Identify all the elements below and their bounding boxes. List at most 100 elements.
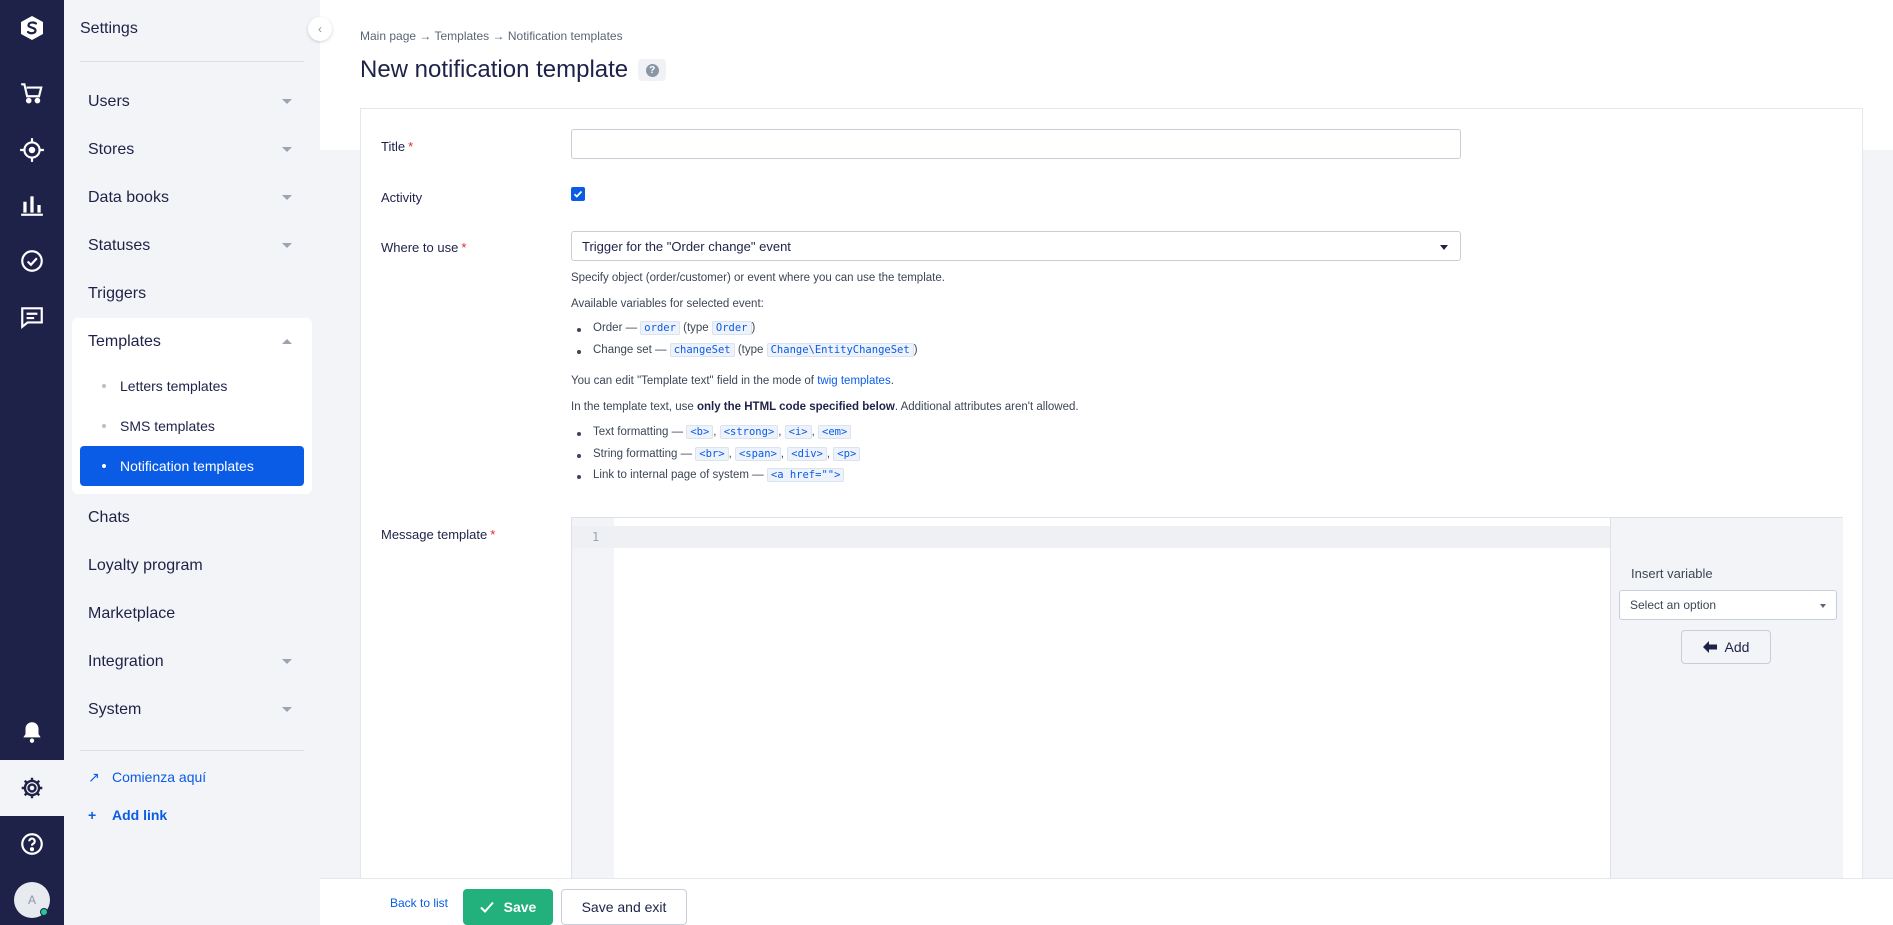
back-to-list-link[interactable]: Back to list <box>390 896 448 910</box>
bar-chart-icon[interactable] <box>16 189 48 221</box>
sidebar-link-label: Comienza aquí <box>112 769 207 785</box>
sidebar-item-label: Stores <box>88 141 135 158</box>
form-footer: Back to list Save Save and exit <box>320 878 1893 925</box>
arrow-left-icon <box>1702 641 1717 653</box>
sidebar-item-label: Templates <box>88 333 161 350</box>
main-rail: A <box>0 0 64 925</box>
bullet-dot <box>577 454 581 458</box>
sidebar-item-label: Statuses <box>88 237 151 254</box>
chevron-down-icon <box>282 243 292 248</box>
code-snippet: <span> <box>734 447 781 461</box>
where-to-use-label: Where to use * <box>381 240 467 255</box>
code-snippet: <div> <box>787 447 827 461</box>
help-button[interactable]: ? <box>638 59 667 81</box>
sidebar-item-statuses[interactable]: Statuses <box>88 226 304 266</box>
plus-icon: + <box>88 807 97 823</box>
where-to-use-select[interactable]: Trigger for the "Order change" event <box>571 231 1461 261</box>
code-snippet: <a href=""> <box>766 468 845 482</box>
sidebar-subitem-sms-templates[interactable]: SMS templates <box>80 406 304 446</box>
insert-variable-select[interactable]: Select an option <box>1619 590 1837 620</box>
sidebar-divider <box>80 750 304 751</box>
logo-icon[interactable] <box>16 12 48 44</box>
available-variables-heading: Available variables for selected event: <box>571 298 764 310</box>
sidebar-subitem-letters-templates[interactable]: Letters templates <box>80 366 304 406</box>
message-template-label: Message template * <box>381 527 496 542</box>
code-snippet: <b> <box>686 425 714 439</box>
check-circle-icon[interactable] <box>16 245 48 277</box>
sidebar-item-system[interactable]: System <box>88 690 304 730</box>
code-snippet: changeSet <box>669 343 735 357</box>
code-snippet: order <box>640 321 680 335</box>
code-snippet: <br> <box>695 447 729 461</box>
target-icon[interactable] <box>16 134 48 166</box>
sidebar-subitem-label: Letters templates <box>120 378 228 394</box>
message-template-editor[interactable]: 1 <box>571 517 1611 925</box>
add-link-button[interactable]: + Add link <box>88 803 167 827</box>
caret-down-icon <box>1440 245 1448 250</box>
sidebar-item-triggers[interactable]: Triggers <box>88 274 304 314</box>
sidebar-item-users[interactable]: Users <box>88 82 304 122</box>
question-icon: ? <box>645 63 659 77</box>
breadcrumb[interactable]: Main page → Templates → Notification tem… <box>360 29 623 43</box>
help-icon[interactable] <box>16 828 48 860</box>
activity-checkbox[interactable] <box>571 187 585 201</box>
bullet-dot <box>102 464 106 468</box>
where-to-use-hint: Specify object (order/customer) or event… <box>571 272 945 284</box>
insert-variable-panel: Insert variable Select an option Add <box>1611 517 1843 925</box>
sidebar-subitem-notification-templates[interactable]: Notification templates <box>80 446 304 486</box>
external-link-icon: ↗ <box>88 768 100 785</box>
chevron-down-icon <box>282 147 292 152</box>
add-variable-button[interactable]: Add <box>1681 630 1771 664</box>
save-button-label: Save <box>503 899 537 915</box>
text-formatting-item: Text formatting — <b>, <strong>, <i>, <e… <box>577 425 852 439</box>
sidebar-item-templates[interactable]: Templates <box>88 322 304 362</box>
editor-gutter <box>572 518 614 925</box>
activity-label: Activity <box>381 190 423 205</box>
twig-templates-link[interactable]: twig templates <box>817 375 891 387</box>
settings-sidebar: Settings ‹ Users Stores Data books Statu… <box>64 0 332 925</box>
bullet-dot <box>577 432 581 436</box>
chat-icon[interactable] <box>16 301 48 333</box>
check-icon <box>573 190 583 198</box>
check-icon <box>479 901 494 913</box>
sidebar-divider <box>80 61 304 62</box>
cart-icon[interactable] <box>16 77 48 109</box>
sidebar-item-label: Users <box>88 93 130 110</box>
sidebar-heading: Settings <box>80 20 138 37</box>
sidebar-item-marketplace[interactable]: Marketplace <box>88 594 304 634</box>
editor-active-line <box>572 526 1610 548</box>
template-form: Title * Activity Where to use * Trigger fo… <box>360 108 1863 925</box>
bullet-dot <box>577 350 581 354</box>
page-title-text: New notification template <box>360 56 629 83</box>
title-label: Title * <box>381 139 414 154</box>
bullet-dot <box>577 475 581 479</box>
gear-icon[interactable] <box>16 772 48 804</box>
internal-link-item: Link to internal page of system — <a hre… <box>577 468 845 482</box>
sidebar-item-data-books[interactable]: Data books <box>88 178 304 218</box>
sidebar-item-label: Data books <box>88 189 169 206</box>
code-snippet: Change\EntityChangeSet <box>766 343 914 357</box>
chevron-down-icon <box>282 659 292 664</box>
sidebar-item-chats[interactable]: Chats <box>88 498 304 538</box>
save-and-exit-button[interactable]: Save and exit <box>561 889 687 925</box>
sidebar-item-label: Triggers <box>88 285 147 302</box>
main-content: Main page → Templates → Notification tem… <box>320 0 1893 925</box>
page-title: New notification template ? <box>360 56 667 84</box>
code-snippet: Order <box>711 321 752 335</box>
twig-hint: You can edit "Template text" field in th… <box>571 375 894 387</box>
sidebar-item-label: System <box>88 701 142 718</box>
title-input[interactable] <box>571 129 1461 159</box>
sidebar-item-loyalty-program[interactable]: Loyalty program <box>88 546 304 586</box>
bullet-dot <box>102 424 106 428</box>
sidebar-item-label: Chats <box>88 509 130 526</box>
code-snippet: <em> <box>818 425 852 439</box>
insert-variable-label: Insert variable <box>1631 566 1713 581</box>
save-button[interactable]: Save <box>463 889 553 925</box>
sidebar-subitem-label: Notification templates <box>120 458 254 474</box>
sidebar-item-integration[interactable]: Integration <box>88 642 304 682</box>
variable-order: Order — order (type Order) <box>577 321 755 335</box>
bell-icon[interactable] <box>16 716 48 748</box>
chevron-down-icon <box>282 195 292 200</box>
sidebar-link-comienza-aqui[interactable]: ↗ Comienza aquí <box>88 765 206 789</box>
sidebar-item-stores[interactable]: Stores <box>88 130 304 170</box>
